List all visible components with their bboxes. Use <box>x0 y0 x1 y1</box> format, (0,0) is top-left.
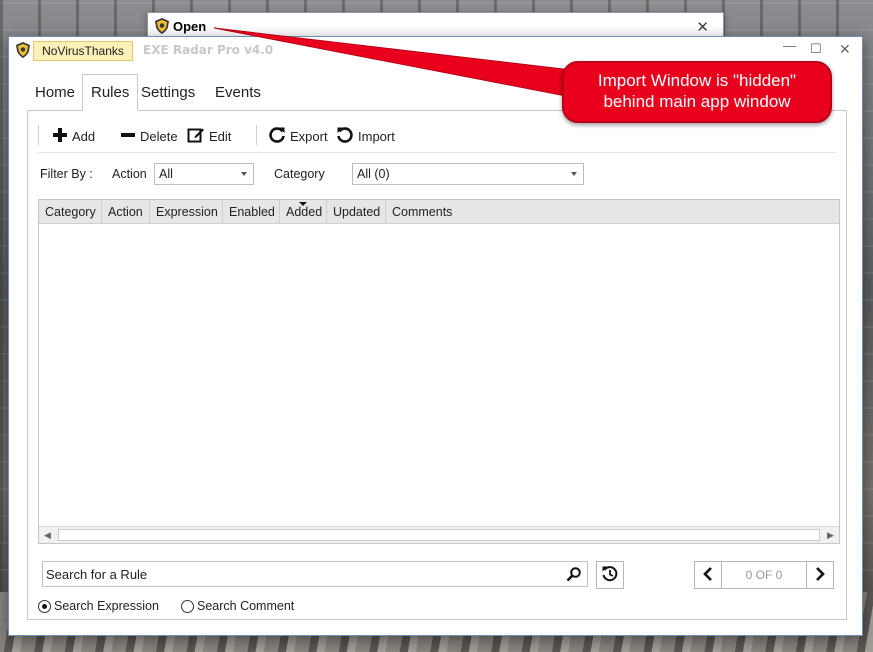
app-title: EXE Radar Pro v4.0 <box>143 43 274 57</box>
main-window: NoVirusThanks EXE Radar Pro v4.0 — ☐ ✕ H… <box>8 36 863 636</box>
previous-page-button[interactable] <box>694 561 722 589</box>
reset-icon <box>601 565 619 586</box>
import-label: Import <box>358 128 395 144</box>
toolbar-divider <box>38 152 836 153</box>
horizontal-scrollbar[interactable]: ◀ ▶ <box>39 526 839 543</box>
minus-icon <box>120 127 136 146</box>
shield-icon <box>155 18 169 37</box>
category-value: All (0) <box>357 167 390 181</box>
brand-button[interactable]: NoVirusThanks <box>33 41 133 61</box>
plus-icon <box>52 127 68 146</box>
column-header-updated[interactable]: Updated <box>327 200 386 224</box>
column-header-action[interactable]: Action <box>102 200 150 224</box>
category-dropdown[interactable]: All (0) <box>352 163 584 185</box>
close-icon[interactable]: ✕ <box>696 18 709 36</box>
export-label: Export <box>290 128 328 144</box>
maximize-button[interactable]: ☐ <box>810 41 822 57</box>
rules-panel: Add Delete Edit Export Import Filter By … <box>27 110 847 620</box>
sort-descending-icon <box>299 202 307 206</box>
tab-rules[interactable]: Rules <box>82 74 139 111</box>
search-expression-label: Search Expression <box>54 599 159 613</box>
toolbar-separator <box>256 125 257 145</box>
minimize-button[interactable]: — <box>783 38 796 53</box>
search-input[interactable] <box>43 562 563 586</box>
toolbar-separator <box>38 125 39 145</box>
chevron-left-icon <box>702 566 714 584</box>
radio-selected-indicator <box>38 599 51 613</box>
toolbar: Add Delete Edit Export Import <box>28 121 846 151</box>
action-label: Action <box>112 167 147 181</box>
import-button[interactable]: Import <box>336 124 395 148</box>
column-header-comments[interactable]: Comments <box>386 200 466 224</box>
chevron-right-icon <box>814 566 826 584</box>
column-header-expression[interactable]: Expression <box>150 200 223 224</box>
add-button[interactable]: Add <box>52 124 95 148</box>
add-label: Add <box>72 128 96 144</box>
tab-home[interactable]: Home <box>27 75 83 111</box>
next-page-button[interactable] <box>806 561 834 589</box>
action-value: All <box>159 167 173 181</box>
refresh-icon <box>268 126 286 147</box>
radio-unselected-indicator <box>181 599 194 613</box>
grid-header: Category Action Expression Enabled Added… <box>39 200 839 224</box>
search-box <box>42 561 588 587</box>
chevron-down-icon <box>241 172 247 176</box>
edit-button[interactable]: Edit <box>187 124 231 148</box>
shield-icon <box>16 42 30 61</box>
tab-settings[interactable]: Settings <box>133 75 203 111</box>
delete-label: Delete <box>140 128 178 144</box>
search-comment-radio[interactable]: Search Comment <box>181 599 294 613</box>
rules-grid[interactable]: Category Action Expression Enabled Added… <box>38 199 840 544</box>
annotation-line-1: Import Window is "hidden" <box>597 71 797 90</box>
filter-by-label: Filter By : <box>40 167 93 181</box>
search-mode-options: Search Expression Search Comment <box>38 599 438 617</box>
title-bar[interactable]: NoVirusThanks EXE Radar Pro v4.0 — ☐ ✕ <box>9 37 862 64</box>
annotation-line-2: behind main app window <box>603 92 791 111</box>
scroll-left-icon[interactable]: ◀ <box>39 527 56 543</box>
tab-events[interactable]: Events <box>207 75 269 111</box>
category-label: Category <box>274 167 325 181</box>
undo-icon <box>336 126 354 147</box>
open-dialog-title: Open <box>173 19 207 34</box>
filter-row: Filter By : Action All Category All (0) <box>28 163 846 187</box>
reset-search-button[interactable] <box>596 561 624 589</box>
close-button[interactable]: ✕ <box>839 41 851 58</box>
action-dropdown[interactable]: All <box>154 163 254 185</box>
edit-icon <box>187 126 205 147</box>
page-count: 0 OF 0 <box>722 561 806 589</box>
annotation-callout: Import Window is "hidden" behind main ap… <box>562 61 832 123</box>
export-button[interactable]: Export <box>268 124 328 148</box>
column-header-enabled[interactable]: Enabled <box>223 200 280 224</box>
search-icon[interactable] <box>566 566 582 585</box>
scrollbar-thumb[interactable] <box>58 529 820 541</box>
search-expression-radio[interactable]: Search Expression <box>38 599 159 613</box>
scroll-right-icon[interactable]: ▶ <box>822 527 839 543</box>
delete-button[interactable]: Delete <box>120 124 178 148</box>
edit-label: Edit <box>209 128 232 144</box>
column-header-category[interactable]: Category <box>39 200 102 224</box>
search-comment-label: Search Comment <box>197 599 295 613</box>
chevron-down-icon <box>571 172 577 176</box>
